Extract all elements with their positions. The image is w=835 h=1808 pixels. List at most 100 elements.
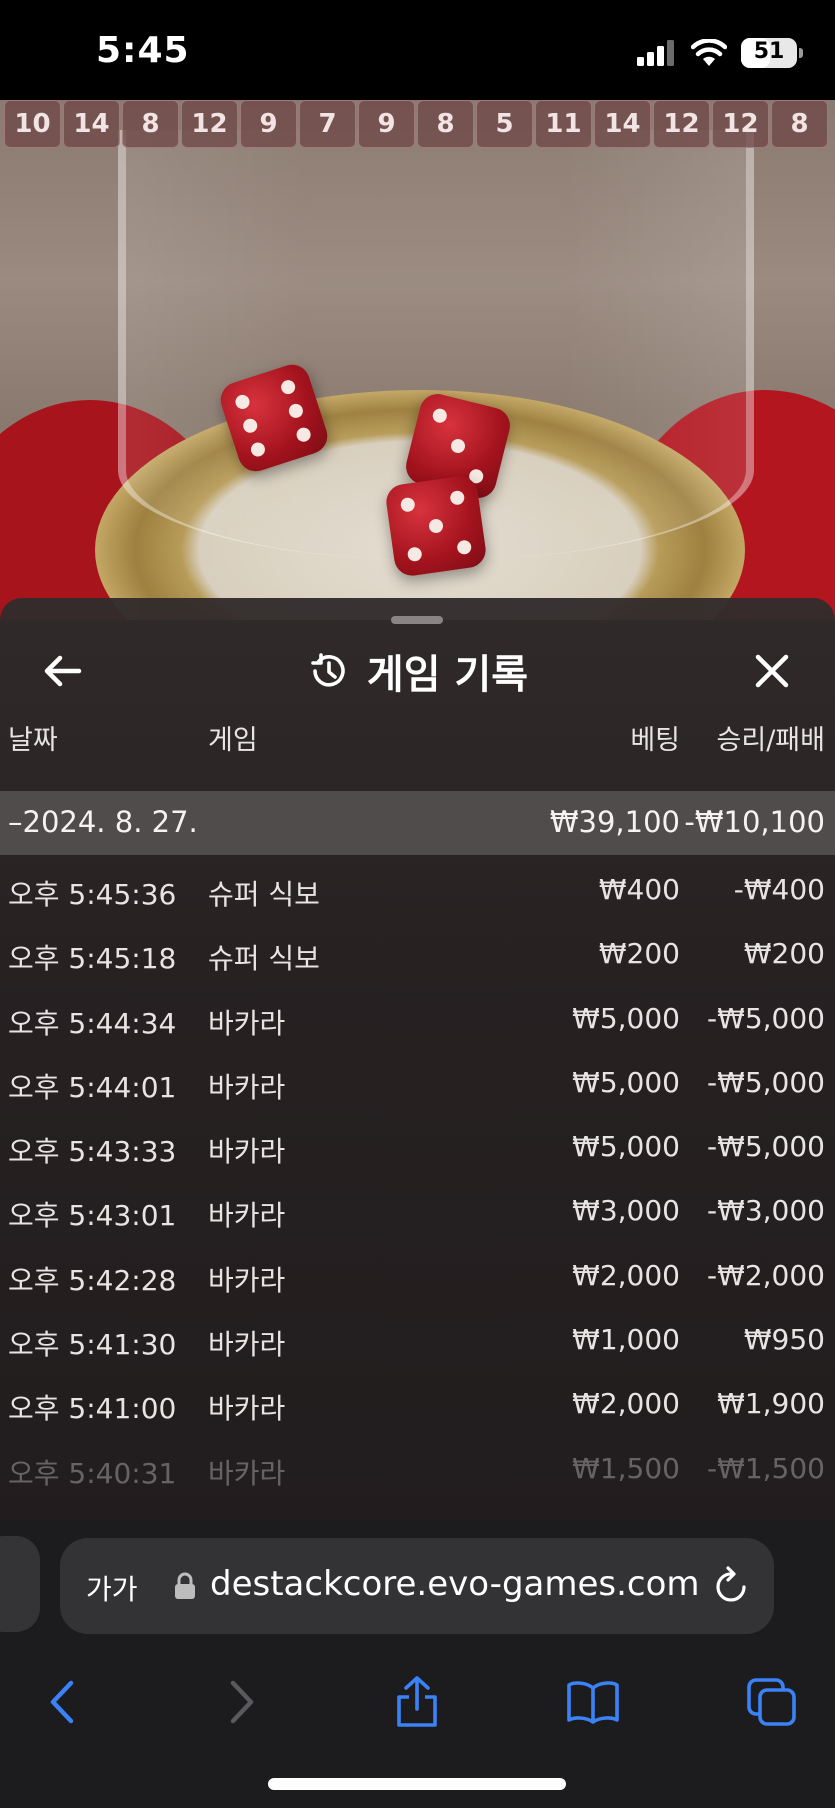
row-bet: ₩200 bbox=[598, 937, 680, 971]
row-result: ₩950 bbox=[743, 1323, 825, 1357]
history-row[interactable]: 오후 5:41:30 바카라 ₩1,000 ₩950 bbox=[0, 1306, 835, 1370]
result-history-strip: 10 14 8 12 9 7 9 8 5 11 14 12 12 8 bbox=[0, 100, 835, 152]
history-row[interactable]: 오후 5:44:34 바카라 ₩5,000 -₩5,000 bbox=[0, 985, 835, 1049]
browser-forward-button[interactable] bbox=[212, 1672, 272, 1732]
row-result: -₩5,000 bbox=[707, 1001, 825, 1035]
history-chip: 14 bbox=[594, 100, 651, 148]
row-game: 바카라 bbox=[208, 1070, 286, 1104]
sheet-header: 게임 기록 bbox=[0, 642, 835, 700]
row-bet: ₩2,000 bbox=[572, 1387, 680, 1421]
row-result: ₩1,900 bbox=[717, 1387, 825, 1421]
chevron-right-icon bbox=[230, 1680, 254, 1724]
sheet-title: 게임 기록 bbox=[366, 652, 529, 698]
header-game: 게임 bbox=[208, 725, 258, 756]
history-chip: 5 bbox=[476, 100, 533, 148]
game-history-sheet: 게임 기록 날짜 게임 베팅 승리/패배 –2024. 8. 27. ₩39,1… bbox=[0, 598, 835, 1520]
history-chip: 12 bbox=[653, 100, 710, 148]
row-time: 오후 5:43:33 bbox=[8, 1135, 177, 1169]
history-chip: 8 bbox=[417, 100, 474, 148]
battery-percent: 51 bbox=[753, 39, 785, 64]
history-row[interactable]: 오후 5:40:31 바카라 ₩1,500 -₩1,500 bbox=[0, 1435, 835, 1499]
row-game: 바카라 bbox=[208, 1328, 286, 1362]
previous-tab[interactable] bbox=[0, 1536, 40, 1632]
day-result-total: -₩10,100 bbox=[684, 805, 825, 839]
wifi-icon bbox=[691, 39, 727, 66]
share-icon bbox=[397, 1676, 437, 1727]
row-game: 바카라 bbox=[208, 1199, 286, 1233]
table-header: 날짜 게임 베팅 승리/패배 bbox=[0, 718, 835, 778]
url-text: destackcore.evo-games.com bbox=[210, 1564, 700, 1604]
game-video[interactable]: 10 14 8 12 9 7 9 8 5 11 14 12 12 8 bbox=[0, 100, 835, 620]
row-game: 슈퍼 식보 bbox=[208, 942, 320, 976]
row-time: 오후 5:42:28 bbox=[8, 1263, 177, 1297]
history-chip: 12 bbox=[181, 100, 238, 148]
tabs-button[interactable] bbox=[742, 1672, 802, 1732]
history-chip: 11 bbox=[535, 100, 592, 148]
row-bet: ₩2,000 bbox=[572, 1258, 680, 1292]
browser-back-button[interactable] bbox=[32, 1672, 92, 1732]
row-game: 슈퍼 식보 bbox=[208, 878, 320, 911]
row-bet: ₩5,000 bbox=[572, 1001, 680, 1035]
close-button[interactable] bbox=[747, 646, 797, 696]
row-bet: ₩400 bbox=[598, 873, 680, 906]
row-time: 오후 5:41:30 bbox=[8, 1328, 177, 1362]
row-time: 오후 5:40:31 bbox=[8, 1456, 177, 1490]
history-chip: 14 bbox=[63, 100, 120, 148]
row-bet: ₩5,000 bbox=[572, 1130, 680, 1164]
header-result: 승리/패배 bbox=[716, 725, 825, 756]
book-icon bbox=[567, 1681, 619, 1724]
history-chip: 9 bbox=[240, 100, 297, 148]
row-result: ₩200 bbox=[743, 937, 825, 971]
header-bet: 베팅 bbox=[630, 725, 680, 756]
row-time: 오후 5:45:36 bbox=[8, 878, 177, 911]
row-time: 오후 5:41:00 bbox=[8, 1392, 177, 1426]
day-summary-row[interactable]: –2024. 8. 27. ₩39,100 -₩10,100 bbox=[0, 791, 835, 855]
history-row[interactable]: 오후 5:42:28 바카라 ₩2,000 -₩2,000 bbox=[0, 1242, 835, 1306]
row-time: 오후 5:43:01 bbox=[8, 1199, 177, 1233]
row-bet: ₩1,500 bbox=[572, 1451, 680, 1485]
chevron-left-icon bbox=[50, 1680, 74, 1724]
history-row[interactable]: 오후 5:45:36 슈퍼 식보 ₩400 -₩400 bbox=[0, 856, 835, 920]
row-time: 오후 5:44:01 bbox=[8, 1070, 177, 1104]
status-time: 5:45 bbox=[96, 30, 190, 71]
history-row[interactable]: 오후 5:44:01 바카라 ₩5,000 -₩5,000 bbox=[0, 1049, 835, 1113]
bookmarks-button[interactable] bbox=[563, 1672, 623, 1732]
die bbox=[384, 474, 488, 578]
row-result: -₩5,000 bbox=[707, 1065, 825, 1099]
history-row[interactable]: 오후 5:45:18 슈퍼 식보 ₩200 ₩200 bbox=[0, 920, 835, 984]
history-row[interactable]: 오후 5:41:00 바카라 ₩2,000 ₩1,900 bbox=[0, 1370, 835, 1434]
row-result: -₩2,000 bbox=[707, 1258, 825, 1292]
screen: 5:45 51 10 14 8 12 9 7 9 8 5 11 14 12 12… bbox=[0, 0, 835, 1808]
browser-toolbar: 가가 destackcore.evo-games.com bbox=[0, 1520, 835, 1808]
row-result: -₩1,500 bbox=[707, 1451, 825, 1485]
row-bet: ₩1,000 bbox=[572, 1323, 680, 1357]
history-rows: 오후 5:45:36 슈퍼 식보 ₩400 -₩400 오후 5:45:18 슈퍼 식보 ₩… bbox=[0, 856, 835, 1499]
history-chip: 8 bbox=[771, 100, 828, 148]
history-row[interactable]: 오후 5:43:33 바카라 ₩5,000 -₩5,000 bbox=[0, 1113, 835, 1177]
history-chip: 10 bbox=[4, 100, 61, 148]
row-time: 오후 5:45:18 bbox=[8, 942, 177, 976]
address-bar[interactable]: 가가 destackcore.evo-games.com bbox=[60, 1538, 774, 1634]
lock-icon bbox=[175, 1572, 195, 1599]
status-bar: 5:45 51 bbox=[0, 0, 835, 100]
row-game: 바카라 bbox=[208, 1456, 286, 1490]
status-icons: 51 bbox=[637, 38, 803, 68]
history-chip: 8 bbox=[122, 100, 179, 148]
reload-icon[interactable] bbox=[712, 1564, 752, 1606]
share-button[interactable] bbox=[387, 1672, 447, 1732]
row-game: 바카라 bbox=[208, 1263, 286, 1297]
row-game: 바카라 bbox=[208, 1392, 286, 1426]
header-date: 날짜 bbox=[8, 725, 58, 756]
page-settings-button[interactable]: 가가 bbox=[86, 1568, 138, 1608]
signal-icon bbox=[637, 40, 674, 66]
history-row[interactable]: 오후 5:43:01 바카라 ₩3,000 -₩3,000 bbox=[0, 1177, 835, 1241]
day-date: –2024. 8. 27. bbox=[8, 805, 198, 839]
row-bet: ₩5,000 bbox=[572, 1065, 680, 1099]
home-indicator[interactable] bbox=[268, 1778, 566, 1790]
day-bet-total: ₩39,100 bbox=[549, 805, 680, 839]
row-game: 바카라 bbox=[208, 1006, 286, 1040]
row-result: -₩3,000 bbox=[707, 1194, 825, 1228]
browser-nav bbox=[0, 1660, 835, 1750]
sheet-handle[interactable] bbox=[391, 616, 443, 624]
history-chip: 9 bbox=[358, 100, 415, 148]
